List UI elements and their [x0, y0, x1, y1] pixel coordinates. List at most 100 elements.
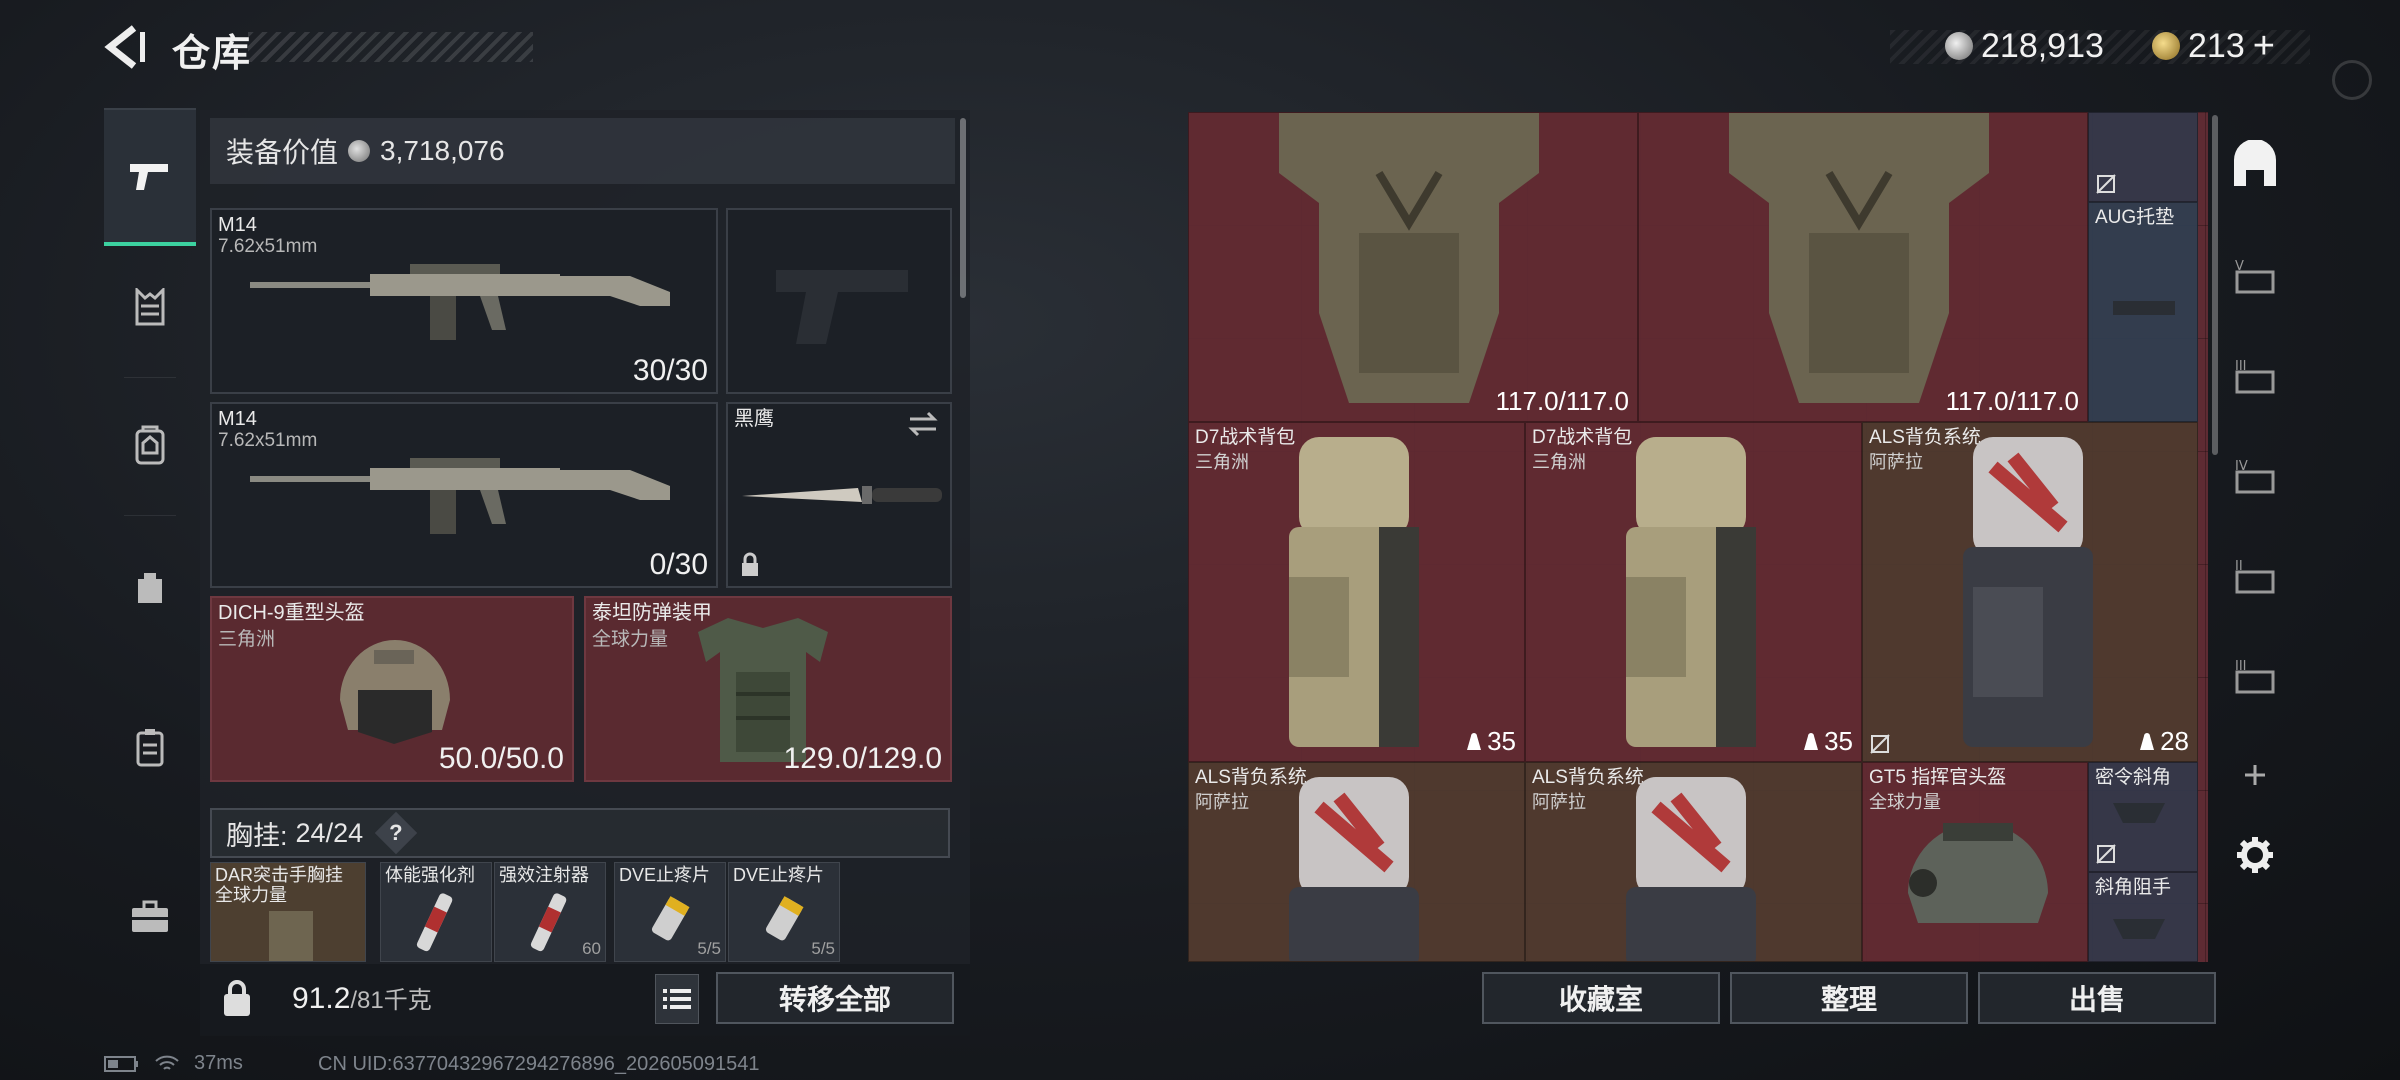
helmet-slot[interactable]: DICH-9重型头盔 三角洲 50.0/50.0	[210, 596, 574, 782]
backpack-icon	[1626, 777, 1756, 961]
equipment-scrollbar[interactable]	[960, 118, 966, 298]
item-weight: 35	[1465, 726, 1516, 757]
armor-item[interactable]: 117.0/117.0	[1188, 112, 1638, 422]
consumable-item[interactable]: DVE止疼片 5/5	[728, 862, 840, 962]
weight-icon	[1467, 732, 1482, 750]
storage-case-icon: II	[2235, 559, 2275, 594]
tab-storage-iv[interactable]: IV	[2215, 430, 2295, 520]
backpack-item[interactable]: D7战术背包 三角洲 35	[1525, 422, 1862, 762]
tab-pouch[interactable]	[104, 518, 196, 656]
add-storage-button[interactable]	[2215, 730, 2295, 820]
armor-item[interactable]: 117.0/117.0	[1638, 112, 2088, 422]
pistol-slot[interactable]	[726, 208, 952, 394]
plus-icon	[2245, 765, 2265, 785]
silver-currency: 218,913	[1945, 26, 2104, 66]
tab-case[interactable]	[104, 678, 196, 816]
backpack-item[interactable]: D7战术背包 三角洲 35	[1188, 422, 1525, 762]
list-view-button[interactable]	[655, 974, 699, 1024]
user-uid: CN UID:63770432967294276896_202605091541	[318, 1053, 760, 1075]
silver-amount: 218,913	[1981, 26, 2104, 65]
chest-rig-total: /24	[325, 817, 364, 848]
consumable-item[interactable]: DVE止疼片 5/5	[614, 862, 726, 962]
durability: 117.0/117.0	[1495, 386, 1630, 416]
armor-slot[interactable]: 泰坦防弹装甲 全球力量 129.0/129.0	[584, 596, 952, 782]
weight-lock-button[interactable]	[214, 974, 260, 1024]
settings-button[interactable]	[2215, 810, 2295, 900]
helmet-item[interactable]: GT5 指挥官头盔 全球力量	[1862, 762, 2088, 962]
sell-button[interactable]: 出售	[1978, 972, 2216, 1024]
backpack-item[interactable]: ALS背负系统 阿萨拉 28	[1862, 422, 2198, 762]
armor-durability: 129.0/129.0	[783, 742, 942, 775]
attachment-item[interactable]: 密令斜角	[2088, 762, 2198, 872]
storage-case-icon: V	[2235, 259, 2275, 294]
chest-rig-label: 胸挂:	[226, 820, 288, 851]
consumable-item[interactable]: 体能强化剂	[380, 862, 492, 962]
consumable-item[interactable]: 强效注射器 60	[494, 862, 606, 962]
injector-icon	[416, 893, 453, 952]
left-category-tabs	[104, 108, 196, 1008]
transfer-all-button[interactable]: 转移全部	[716, 972, 954, 1024]
tab-backpack[interactable]	[104, 376, 196, 516]
attachment-item[interactable]: 斜角阻手	[2088, 872, 2198, 962]
back-button[interactable]	[100, 22, 150, 72]
backpack-item[interactable]: ALS背负系统 阿萨拉	[1188, 762, 1525, 962]
tab-home-storage[interactable]	[2215, 120, 2295, 210]
tab-weapons[interactable]	[104, 108, 196, 246]
storage-tabs: V III IV II III	[2215, 120, 2295, 960]
storage-case-icon: III	[2235, 359, 2275, 394]
knife-icon	[742, 486, 942, 504]
item-count: 60	[582, 939, 601, 958]
list-icon	[663, 989, 691, 1009]
primary-weapon-slot[interactable]: M14 7.62x51mm 30/30	[210, 208, 718, 394]
settings-circle-icon[interactable]	[2332, 60, 2372, 100]
title-decoration	[248, 32, 533, 62]
weapon-name: M14	[218, 214, 257, 236]
aug-pad-item[interactable]: AUG托垫	[2088, 202, 2198, 422]
stock-pad-icon	[2113, 301, 2175, 315]
chest-rig-item[interactable]: DAR突击手胸挂 全球力量	[210, 862, 366, 962]
weight-value: 91.2	[292, 982, 351, 1015]
tab-storage-v[interactable]: V	[2215, 230, 2295, 320]
armor-faction: 全球力量	[592, 629, 669, 650]
attachment-item[interactable]	[2088, 112, 2198, 202]
ammo-count: 0/30	[649, 548, 708, 581]
injector-icon	[530, 893, 567, 952]
item-weight: 28	[2138, 726, 2189, 757]
carry-weight: 91.2/81千克	[292, 980, 432, 1016]
gold-currency[interactable]: 213 +	[2152, 25, 2275, 68]
helmet-icon	[340, 640, 450, 744]
item-faction: 阿萨拉	[1869, 452, 1923, 472]
grip-icon	[2113, 803, 2165, 823]
tab-storage-ii[interactable]: II	[2215, 530, 2295, 620]
item-name: GT5 指挥官头盔	[1869, 767, 2007, 788]
swap-icon[interactable]	[906, 410, 940, 438]
item-weight: 35	[1802, 726, 1853, 757]
melee-slot[interactable]: 黑鹰	[726, 402, 952, 588]
toolbox-icon	[132, 900, 168, 932]
no-trade-icon	[2096, 844, 2116, 864]
no-trade-icon	[2096, 174, 2116, 194]
item-name: DVE止疼片	[733, 865, 825, 885]
pistol-placeholder-icon	[776, 270, 908, 344]
secondary-weapon-slot[interactable]: M14 7.62x51mm 0/30	[210, 402, 718, 588]
tab-chest-rig[interactable]	[104, 238, 196, 378]
gold-coin-icon	[2152, 32, 2180, 60]
weight-icon	[224, 980, 250, 1016]
storage-case-icon: III	[2235, 659, 2275, 694]
weight-icon	[2140, 732, 2155, 750]
ammo-count: 30/30	[632, 354, 708, 387]
add-currency-button[interactable]: +	[2253, 25, 2275, 68]
durability: 117.0/117.0	[1945, 386, 2080, 416]
tab-toolbox[interactable]	[104, 848, 196, 986]
wifi-icon	[155, 1055, 179, 1070]
weapon-name: M14	[218, 408, 257, 430]
tab-storage-iii-b[interactable]: III	[2215, 630, 2295, 720]
help-icon[interactable]: ?	[374, 811, 418, 855]
backpack-icon	[1963, 437, 2093, 747]
storage-case-icon: IV	[2235, 459, 2275, 494]
tab-storage-iii[interactable]: III	[2215, 330, 2295, 420]
sort-button[interactable]: 整理	[1730, 972, 1968, 1024]
collection-button[interactable]: 收藏室	[1482, 972, 1720, 1024]
item-name: AUG托垫	[2095, 207, 2175, 228]
backpack-item[interactable]: ALS背负系统 阿萨拉	[1525, 762, 1862, 962]
